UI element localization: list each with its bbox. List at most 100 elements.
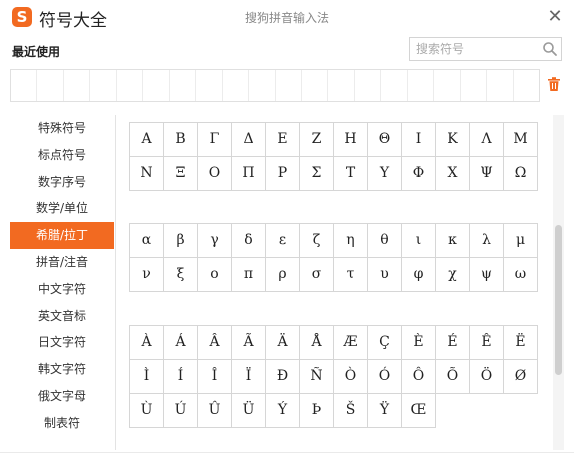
recent-symbol-slot[interactable] <box>143 70 170 101</box>
symbol-cell[interactable]: ζ <box>300 224 334 258</box>
symbol-cell[interactable]: Ý <box>266 394 300 428</box>
recent-symbol-slot[interactable] <box>170 70 197 101</box>
recent-symbol-slot[interactable] <box>302 70 329 101</box>
close-icon[interactable]: ✕ <box>544 6 566 28</box>
recent-symbol-slot[interactable] <box>408 70 435 101</box>
symbol-cell[interactable]: Φ <box>402 157 436 191</box>
symbol-cell[interactable]: Û <box>198 394 232 428</box>
symbol-cell[interactable]: χ <box>436 258 470 292</box>
symbol-cell[interactable]: ψ <box>470 258 504 292</box>
recent-symbol-slot[interactable] <box>223 70 250 101</box>
symbol-cell[interactable]: Ð <box>266 360 300 394</box>
symbol-cell[interactable]: Æ <box>334 326 368 360</box>
symbol-cell[interactable]: τ <box>334 258 368 292</box>
sidebar-item[interactable]: 俄文字母 <box>10 383 114 410</box>
symbol-cell[interactable]: β <box>164 224 198 258</box>
symbol-cell[interactable]: υ <box>368 258 402 292</box>
symbol-cell[interactable]: α <box>130 224 164 258</box>
symbol-cell[interactable]: Λ <box>470 123 504 157</box>
sidebar-item[interactable]: 拼音/注音 <box>10 249 114 276</box>
recent-symbol-slot[interactable] <box>487 70 514 101</box>
symbol-cell[interactable]: Γ <box>198 123 232 157</box>
symbol-cell[interactable]: η <box>334 224 368 258</box>
recent-symbol-slot[interactable] <box>64 70 91 101</box>
sidebar-item[interactable]: 制表符 <box>10 410 114 437</box>
symbol-cell[interactable]: Ε <box>266 123 300 157</box>
symbol-cell[interactable]: Τ <box>334 157 368 191</box>
scrollbar-thumb[interactable] <box>555 225 562 375</box>
symbol-cell[interactable]: Ο <box>198 157 232 191</box>
sidebar-item[interactable]: 标点符号 <box>10 142 114 169</box>
symbol-cell[interactable]: ε <box>266 224 300 258</box>
symbol-cell[interactable]: Ü <box>232 394 266 428</box>
symbol-cell[interactable]: Υ <box>368 157 402 191</box>
symbol-cell[interactable]: Ê <box>470 326 504 360</box>
symbol-cell[interactable]: Ô <box>402 360 436 394</box>
symbol-cell[interactable]: Å <box>300 326 334 360</box>
recent-symbol-slot[interactable] <box>90 70 117 101</box>
symbol-cell[interactable]: Í <box>164 360 198 394</box>
recent-symbol-slot[interactable] <box>276 70 302 101</box>
sidebar-item[interactable]: 日文字符 <box>10 329 114 356</box>
recent-symbol-slot[interactable] <box>434 70 461 101</box>
symbol-cell[interactable]: π <box>232 258 266 292</box>
symbol-cell[interactable]: ι <box>402 224 436 258</box>
symbol-cell[interactable]: Ò <box>334 360 368 394</box>
recent-symbol-slot[interactable] <box>249 70 276 101</box>
search-icon[interactable] <box>542 41 558 57</box>
symbol-cell[interactable]: Œ <box>402 394 436 428</box>
symbol-cell[interactable]: Î <box>198 360 232 394</box>
recent-symbol-slot[interactable] <box>117 70 144 101</box>
sidebar-item[interactable]: 英文音标 <box>10 303 114 330</box>
symbol-cell[interactable]: Η <box>334 123 368 157</box>
symbol-cell[interactable]: À <box>130 326 164 360</box>
symbol-cell[interactable]: Χ <box>436 157 470 191</box>
symbol-cell[interactable]: É <box>436 326 470 360</box>
symbol-cell[interactable]: φ <box>402 258 436 292</box>
symbol-cell[interactable]: ν <box>130 258 164 292</box>
recent-symbol-slot[interactable] <box>381 70 408 101</box>
symbol-cell[interactable]: Õ <box>436 360 470 394</box>
sidebar-item[interactable]: 特殊符号 <box>10 115 114 142</box>
recent-symbol-slot[interactable] <box>355 70 382 101</box>
symbol-cell[interactable]: Ù <box>130 394 164 428</box>
symbol-cell[interactable]: Ï <box>232 360 266 394</box>
sidebar-item[interactable]: 中文字符 <box>10 276 114 303</box>
symbol-cell[interactable]: Š <box>334 394 368 428</box>
symbol-cell[interactable]: Κ <box>436 123 470 157</box>
sidebar-item[interactable]: 希腊/拉丁 <box>10 222 114 249</box>
symbol-cell[interactable]: Ñ <box>300 360 334 394</box>
trash-icon[interactable] <box>546 76 562 92</box>
recent-symbol-slot[interactable] <box>11 70 38 101</box>
symbol-cell[interactable]: Â <box>198 326 232 360</box>
symbol-cell[interactable]: Μ <box>504 123 538 157</box>
scrollbar[interactable] <box>553 115 564 450</box>
symbol-cell[interactable]: Ä <box>266 326 300 360</box>
symbol-cell[interactable]: δ <box>232 224 266 258</box>
symbol-cell[interactable]: Ρ <box>266 157 300 191</box>
symbol-cell[interactable]: Ψ <box>470 157 504 191</box>
sidebar-item[interactable]: 韩文字符 <box>10 356 114 383</box>
symbol-cell[interactable]: Ν <box>130 157 164 191</box>
symbol-cell[interactable]: Ζ <box>300 123 334 157</box>
sidebar-item[interactable]: 数字序号 <box>10 169 114 196</box>
recent-symbol-slot[interactable] <box>328 70 355 101</box>
recent-symbol-slot[interactable] <box>514 70 539 101</box>
symbol-cell[interactable]: Δ <box>232 123 266 157</box>
symbol-cell[interactable]: Þ <box>300 394 334 428</box>
symbol-cell[interactable]: μ <box>504 224 538 258</box>
symbol-cell[interactable]: σ <box>300 258 334 292</box>
symbol-cell[interactable]: Ç <box>368 326 402 360</box>
symbol-cell[interactable]: Α <box>130 123 164 157</box>
symbol-cell[interactable]: Ú <box>164 394 198 428</box>
symbol-cell[interactable]: λ <box>470 224 504 258</box>
symbol-cell[interactable]: Ë <box>504 326 538 360</box>
search-input[interactable] <box>410 38 538 60</box>
symbol-cell[interactable]: Θ <box>368 123 402 157</box>
symbol-cell[interactable]: Ÿ <box>368 394 402 428</box>
symbol-cell[interactable]: ο <box>198 258 232 292</box>
symbol-cell[interactable]: Ξ <box>164 157 198 191</box>
symbol-cell[interactable]: Σ <box>300 157 334 191</box>
symbol-cell[interactable]: Ó <box>368 360 402 394</box>
symbol-cell[interactable]: Π <box>232 157 266 191</box>
